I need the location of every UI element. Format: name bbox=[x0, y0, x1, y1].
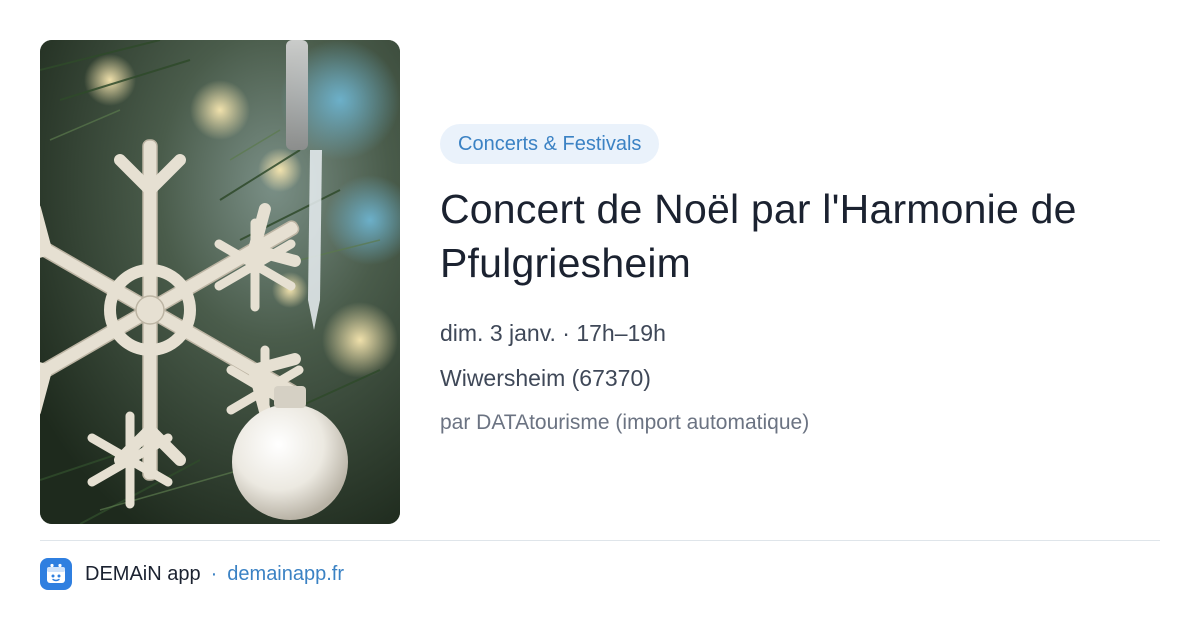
event-photo bbox=[40, 40, 400, 524]
app-url-link[interactable]: demainapp.fr bbox=[227, 563, 344, 586]
app-name: DEMAiN app bbox=[85, 562, 201, 585]
snowflake-ornament-image bbox=[40, 40, 400, 524]
event-meta: dim. 3 janv. · 17h–19h Wiwersheim (67370… bbox=[440, 318, 1160, 438]
footer: DEMAiN app · demainapp.fr bbox=[40, 558, 344, 590]
category-badge[interactable]: Concerts & Festivals bbox=[440, 124, 660, 164]
demain-app-logo-icon[interactable] bbox=[40, 558, 72, 590]
footer-separator: · bbox=[210, 562, 218, 585]
event-details: Concerts & Festivals Concert de Noël par… bbox=[440, 124, 1160, 453]
event-source: par DATAtourisme (import automatique) bbox=[440, 411, 810, 434]
footer-divider bbox=[40, 540, 1160, 541]
event-title[interactable]: Concert de Noël par l'Harmonie de Pfulgr… bbox=[440, 182, 1160, 290]
event-location: Wiwersheim (67370) bbox=[440, 365, 651, 391]
event-card[interactable]: Concerts & Festivals Concert de Noël par… bbox=[0, 0, 1200, 630]
event-datetime: dim. 3 janv. · 17h–19h bbox=[440, 320, 666, 346]
